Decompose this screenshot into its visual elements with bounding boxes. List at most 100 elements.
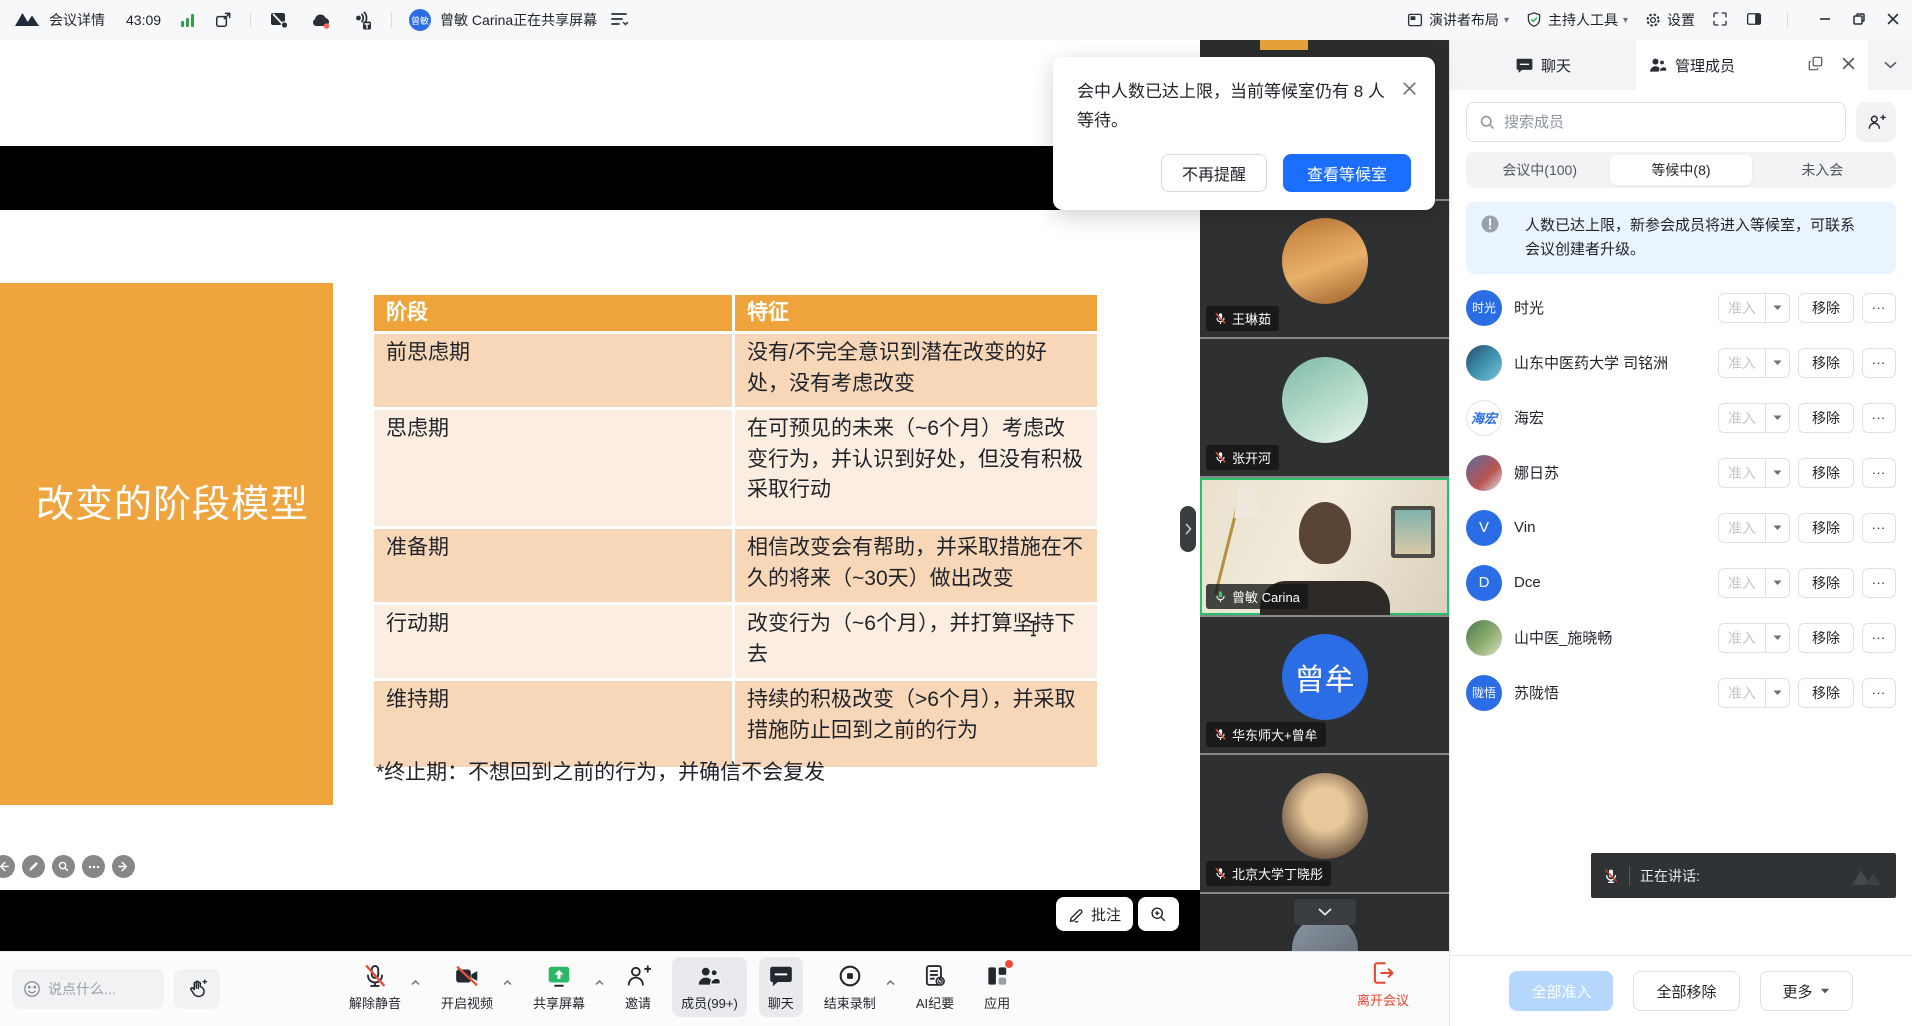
members-button[interactable]: 成员(99+) — [672, 957, 747, 1017]
admit-button-group[interactable]: 准入 — [1718, 623, 1790, 653]
chat-button[interactable]: 聊天 — [759, 957, 803, 1017]
row-more-button[interactable]: ... — [1862, 403, 1896, 433]
admit-dropdown[interactable] — [1765, 624, 1789, 652]
apps-button[interactable]: 应用 — [975, 957, 1019, 1017]
more-actions-button[interactable]: 更多 — [1760, 971, 1853, 1011]
remove-button[interactable]: 移除 — [1798, 623, 1854, 653]
admit-button-group[interactable]: 准入 — [1718, 293, 1790, 323]
magnifier-button[interactable] — [52, 855, 75, 878]
annotate-button[interactable]: 批注 — [1056, 897, 1133, 931]
view-waiting-room-button[interactable]: 查看等候室 — [1283, 154, 1411, 192]
remove-button[interactable]: 移除 — [1798, 458, 1854, 488]
admit-dropdown[interactable] — [1765, 349, 1789, 377]
chevron-up-icon[interactable] — [411, 973, 420, 991]
member-row: 娜日苏 准入 移除 ... — [1466, 445, 1896, 500]
start-video-button[interactable]: 开启视频 — [432, 957, 502, 1017]
admit-dropdown[interactable] — [1765, 459, 1789, 487]
close-button[interactable] — [1886, 12, 1900, 29]
maximize-button[interactable] — [1852, 12, 1866, 29]
video-thumbnail[interactable]: 曾牟 华东师大+曾牟 — [1200, 617, 1449, 754]
member-name: 海宏 — [1514, 407, 1718, 428]
remove-button[interactable]: 移除 — [1798, 568, 1854, 598]
collapse-panel-button[interactable] — [1868, 40, 1912, 90]
segment-waiting[interactable]: 等候中(8) — [1610, 155, 1751, 185]
close-panel-icon[interactable] — [1841, 56, 1856, 75]
admit-dropdown[interactable] — [1765, 404, 1789, 432]
next-slide-button[interactable] — [112, 855, 135, 878]
dismiss-reminder-button[interactable]: 不再提醒 — [1161, 154, 1267, 192]
video-thumbnail[interactable]: 张开河 — [1200, 339, 1449, 476]
caption-translate-status-icon[interactable] — [350, 9, 374, 31]
admit-dropdown[interactable] — [1765, 569, 1789, 597]
row-more-button[interactable]: ... — [1862, 568, 1896, 598]
host-tools-button[interactable]: 主持人工具▾ — [1525, 10, 1628, 30]
side-panel-toggle-button[interactable] — [1745, 10, 1763, 31]
pop-out-share-icon[interactable] — [213, 10, 233, 30]
leave-meeting-button[interactable]: 离开会议 — [1357, 960, 1409, 1009]
row-more-button[interactable]: ... — [1862, 458, 1896, 488]
admit-dropdown[interactable] — [1765, 514, 1789, 542]
fullscreen-button[interactable] — [1711, 10, 1729, 31]
remove-button[interactable]: 移除 — [1798, 513, 1854, 543]
member-search-field[interactable] — [1466, 102, 1846, 142]
row-more-button[interactable]: ... — [1862, 348, 1896, 378]
member-row: D Dce 准入 移除 ... — [1466, 555, 1896, 610]
participant-avatar — [1282, 357, 1368, 443]
video-thumbnail[interactable]: 王琳茹 — [1200, 201, 1449, 338]
settings-button[interactable]: 设置 — [1644, 10, 1695, 30]
device-muted-status-icon[interactable] — [268, 9, 290, 31]
row-more-button[interactable]: ... — [1862, 623, 1896, 653]
chevron-up-icon[interactable] — [595, 973, 604, 991]
invite-button[interactable]: 邀请 — [616, 957, 660, 1017]
share-screen-button[interactable]: 共享屏幕 — [524, 957, 594, 1017]
ai-minutes-button[interactable]: AI纪要 — [907, 957, 963, 1017]
scroll-down-button[interactable] — [1294, 899, 1356, 925]
chevron-up-icon[interactable] — [503, 973, 512, 991]
row-more-button[interactable]: ... — [1862, 293, 1896, 323]
pop-out-panel-icon[interactable] — [1807, 55, 1824, 76]
raise-hand-button[interactable] — [174, 969, 220, 1009]
remove-button[interactable]: 移除 — [1798, 293, 1854, 323]
tab-manage-members[interactable]: 管理成员 — [1636, 40, 1868, 90]
remove-button[interactable]: 移除 — [1798, 678, 1854, 708]
video-thumbnail[interactable]: 北京大学丁晓彤 — [1200, 755, 1449, 892]
remove-button[interactable]: 移除 — [1798, 403, 1854, 433]
admit-button-group[interactable]: 准入 — [1718, 678, 1790, 708]
admit-dropdown[interactable] — [1765, 679, 1789, 707]
admit-button-group[interactable]: 准入 — [1718, 348, 1790, 378]
admit-button-group[interactable]: 准入 — [1718, 458, 1790, 488]
banner-text: 人数已达上限，新参会成员将进入等候室，可联系会议创建者升级。 — [1525, 214, 1865, 262]
admit-all-button[interactable]: 全部准入 — [1509, 971, 1613, 1011]
zoom-in-button[interactable] — [1138, 897, 1179, 931]
admit-button-group[interactable]: 准入 — [1718, 403, 1790, 433]
search-input[interactable] — [1504, 114, 1833, 131]
unmute-button[interactable]: 解除静音 — [340, 957, 410, 1017]
admit-dropdown[interactable] — [1765, 294, 1789, 322]
dialog-close-icon[interactable] — [1402, 81, 1417, 101]
segment-in-meeting[interactable]: 会议中(100) — [1469, 155, 1610, 185]
add-member-button[interactable] — [1856, 102, 1896, 142]
remove-all-button[interactable]: 全部移除 — [1633, 971, 1739, 1011]
tab-chat[interactable]: 聊天 — [1450, 40, 1636, 90]
segment-not-joined[interactable]: 未入会 — [1752, 155, 1893, 185]
layout-switch-button[interactable]: 演讲者布局▾ — [1406, 10, 1509, 30]
remove-button[interactable]: 移除 — [1798, 348, 1854, 378]
chevron-up-icon[interactable] — [886, 973, 895, 991]
sharer-list-icon[interactable] — [610, 12, 628, 29]
quick-chat-input[interactable]: 说点什么... — [12, 969, 164, 1009]
annotation-toolbar: 批注 — [1056, 897, 1179, 931]
pen-tool-button[interactable] — [22, 855, 45, 878]
row-more-button[interactable]: ... — [1862, 513, 1896, 543]
admit-button-group[interactable]: 准入 — [1718, 513, 1790, 543]
active-speaker-video[interactable]: 曾敏 Carina — [1200, 478, 1449, 615]
row-more-button[interactable]: ... — [1862, 678, 1896, 708]
cloud-recording-status-icon[interactable] — [309, 9, 333, 31]
previous-slide-button[interactable] — [0, 855, 15, 878]
admit-button-group[interactable]: 准入 — [1718, 568, 1790, 598]
meeting-details-button[interactable]: 会议详情 — [49, 10, 105, 30]
avatar: 海宏 — [1466, 400, 1502, 436]
strip-collapse-handle[interactable] — [1180, 506, 1196, 552]
minimize-button[interactable] — [1818, 12, 1832, 29]
stop-recording-button[interactable]: 结束录制 — [815, 957, 885, 1017]
more-options-button[interactable] — [82, 855, 105, 878]
